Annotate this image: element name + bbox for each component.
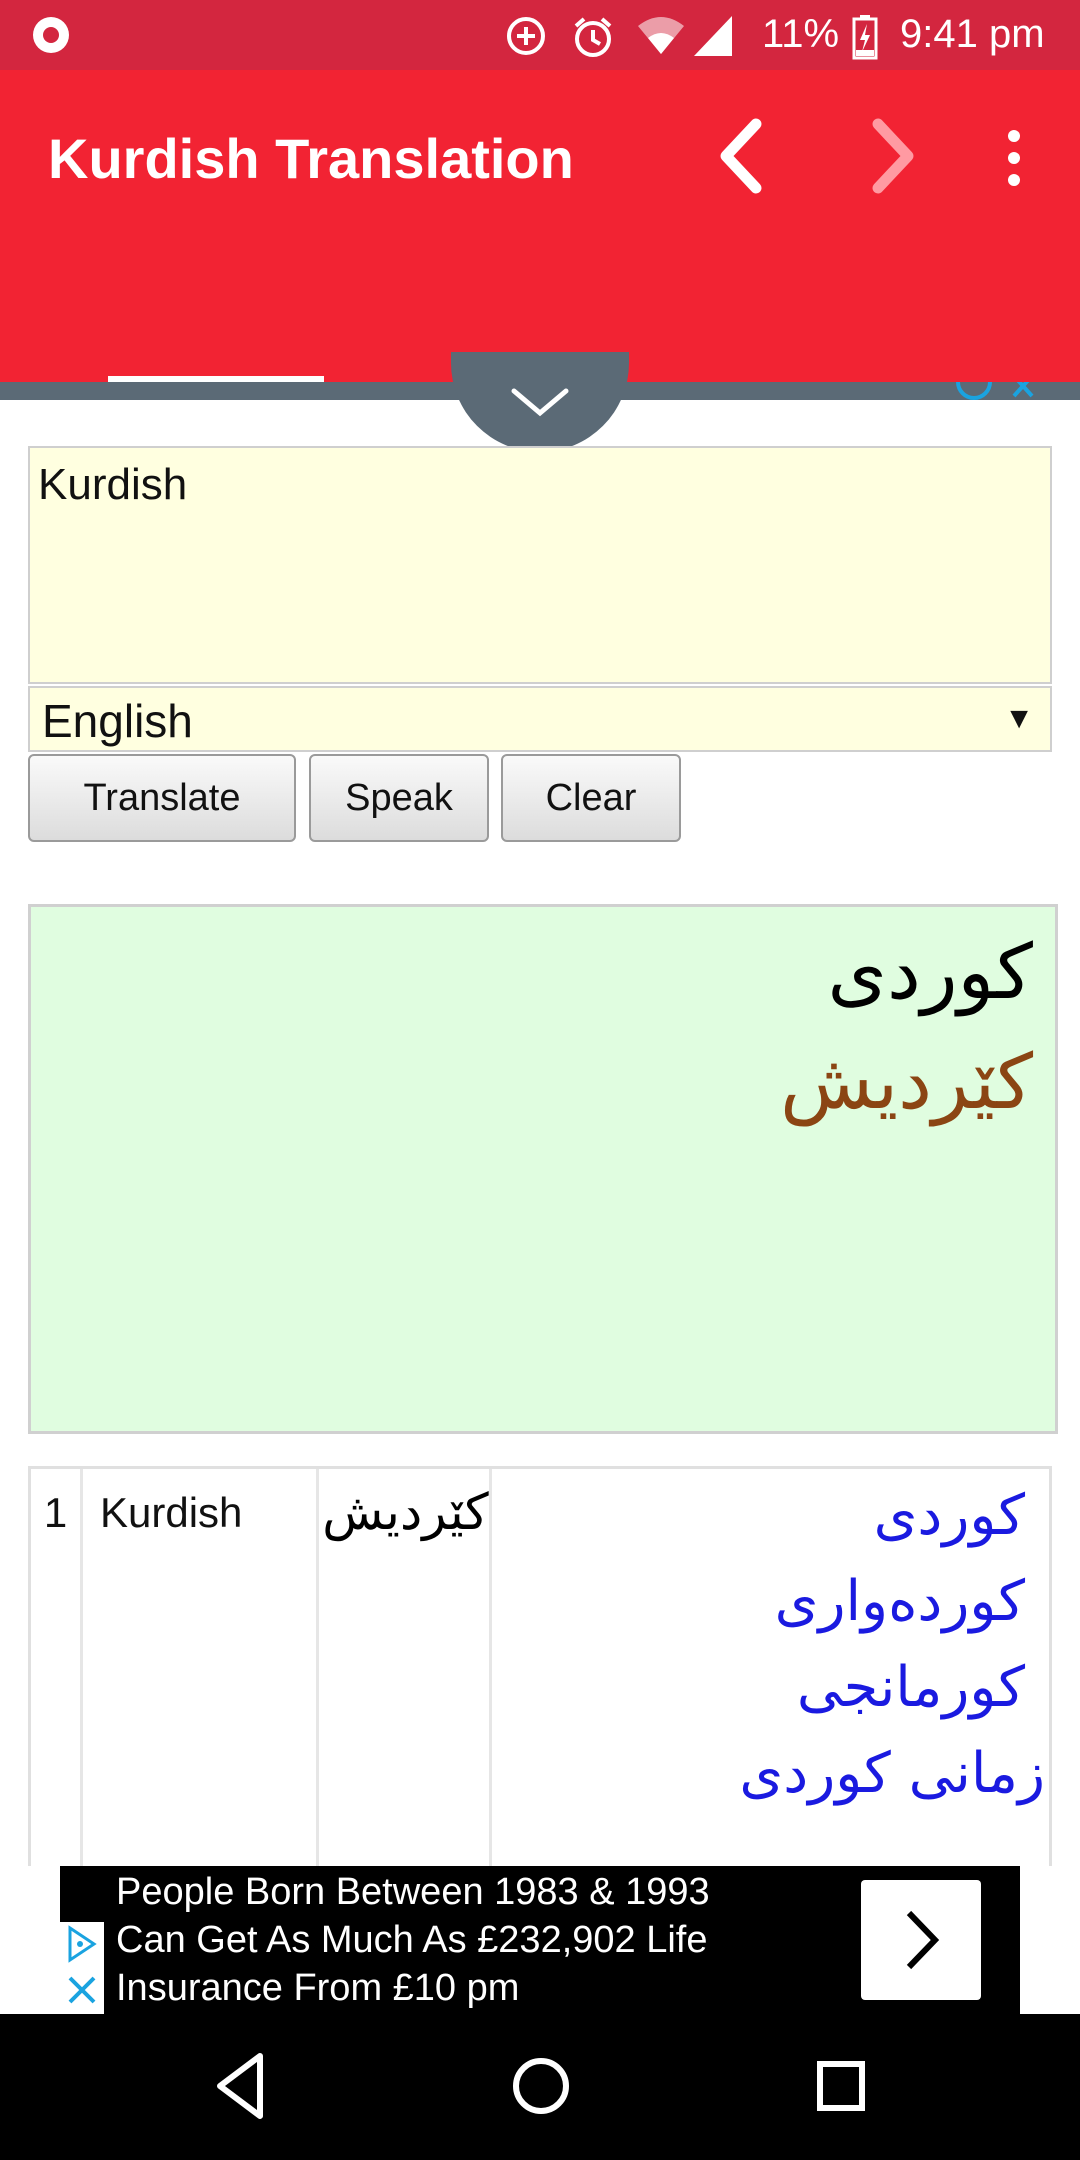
clear-button[interactable]: Clear — [501, 754, 681, 842]
result-transliteration: کێردیش — [780, 1037, 1033, 1126]
recording-icon — [33, 17, 69, 53]
more-vert-icon[interactable] — [996, 126, 1032, 190]
ad-close-icon[interactable] — [60, 1922, 104, 2014]
translation-result: کوردی کێردیش — [28, 904, 1058, 1434]
language-select-value: English — [42, 695, 193, 747]
battery-percent: 11% — [762, 12, 840, 56]
translation-link[interactable]: زمانی کوردی — [739, 1741, 1045, 1806]
ad-text-line: People Born Between 1983 & 1993 — [116, 1871, 710, 1913]
recents-square-icon[interactable] — [812, 2048, 870, 2124]
source-text-input[interactable]: Kurdish — [28, 446, 1052, 684]
ad-choices-icon[interactable] — [952, 382, 1040, 406]
table-row-word: Kurdish — [86, 1469, 319, 1866]
table-row-translations: کوردی کوردەواری کورمانجی زمانی کوردی — [495, 1469, 1049, 1866]
translation-link[interactable]: کوردی — [874, 1483, 1025, 1548]
app-bar: Kurdish Translation — [0, 70, 1080, 382]
wifi-icon — [638, 17, 684, 54]
ad-banner[interactable]: People Born Between 1983 & 1993 Can Get … — [60, 1866, 1020, 2014]
table-row-number: 1 — [31, 1469, 83, 1866]
ad-text-line: Can Get As Much As £232,902 Life — [116, 1919, 708, 1961]
app-title: Kurdish Translation — [48, 127, 574, 190]
result-translation: کوردی — [827, 927, 1033, 1016]
clock: 9:41 pm — [900, 12, 1045, 56]
ad-go-button[interactable] — [861, 1880, 981, 2000]
back-triangle-icon[interactable] — [210, 2048, 270, 2124]
ad-text: People Born Between 1983 & 1993 Can Get … — [116, 1868, 710, 2012]
dictionary-table: 1 Kurdish کێردیش کوردی کوردەواری کورمانج… — [28, 1466, 1052, 1866]
home-circle-icon[interactable] — [510, 2048, 572, 2124]
ad-text-line: Insurance From £10 pm — [116, 1967, 520, 2009]
data-saver-icon — [507, 17, 545, 55]
back-arrow-icon[interactable] — [712, 116, 772, 196]
table-row-transliteration: کێردیش — [322, 1469, 492, 1866]
status-bar: 11% 9:41 pm — [0, 0, 1080, 70]
signal-icon — [694, 16, 732, 56]
chevron-right-icon — [906, 1910, 940, 1970]
forward-arrow-icon[interactable] — [862, 116, 922, 196]
system-nav-bar — [0, 2014, 1080, 2160]
translate-button[interactable]: Translate — [28, 754, 296, 842]
dropdown-arrow-icon: ▼ — [1004, 702, 1034, 735]
language-select[interactable]: English ▼ — [28, 686, 1052, 752]
translation-link[interactable]: کوردەواری — [775, 1569, 1025, 1634]
alarm-icon — [574, 17, 612, 57]
translation-link[interactable]: کورمانجی — [797, 1655, 1025, 1720]
battery-charging-icon — [852, 15, 878, 60]
chevron-down-icon — [511, 388, 569, 417]
speak-button[interactable]: Speak — [309, 754, 489, 842]
collapse-button[interactable] — [451, 352, 629, 452]
